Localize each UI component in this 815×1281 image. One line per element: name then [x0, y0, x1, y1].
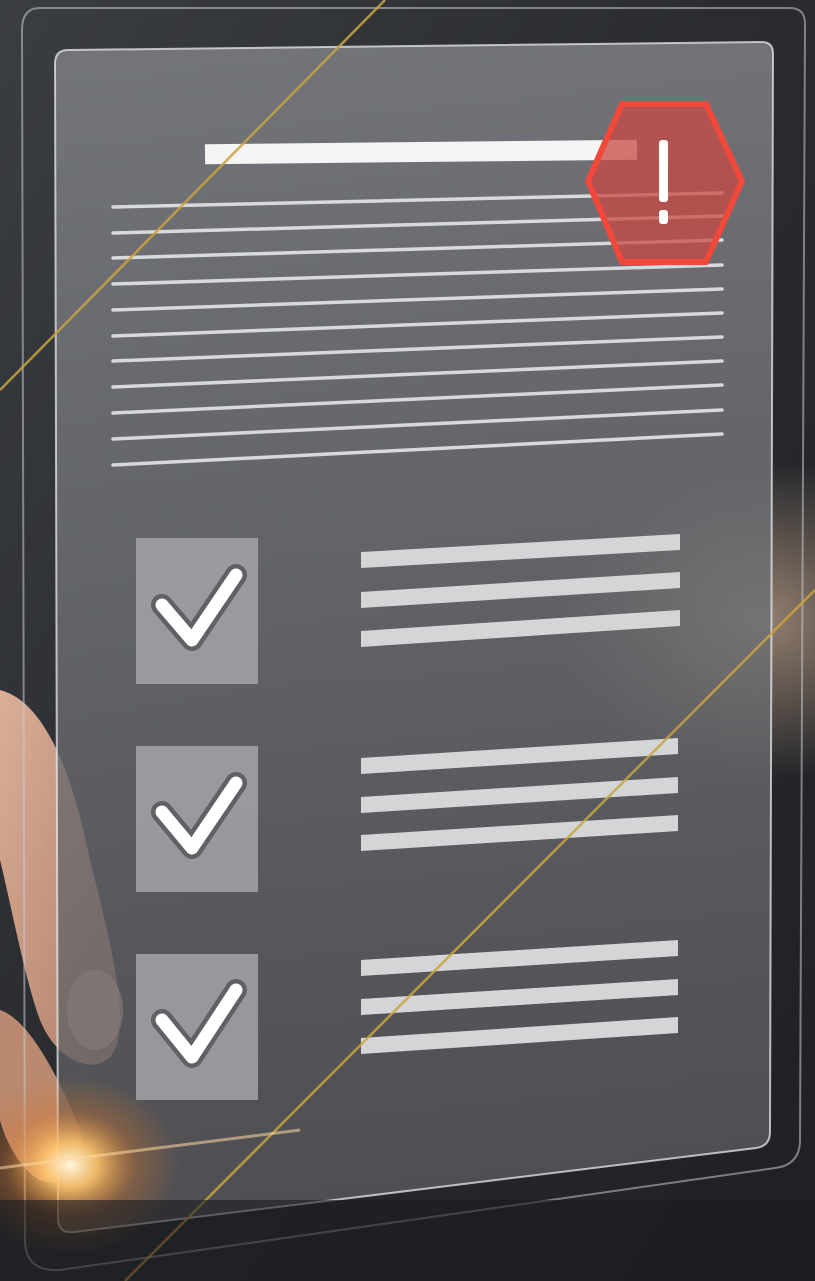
desk-surface	[0, 1200, 815, 1281]
illustration-canvas	[0, 0, 815, 1281]
exclamation-hexagon-icon	[585, 101, 745, 265]
tablet-illustration	[0, 0, 815, 1281]
